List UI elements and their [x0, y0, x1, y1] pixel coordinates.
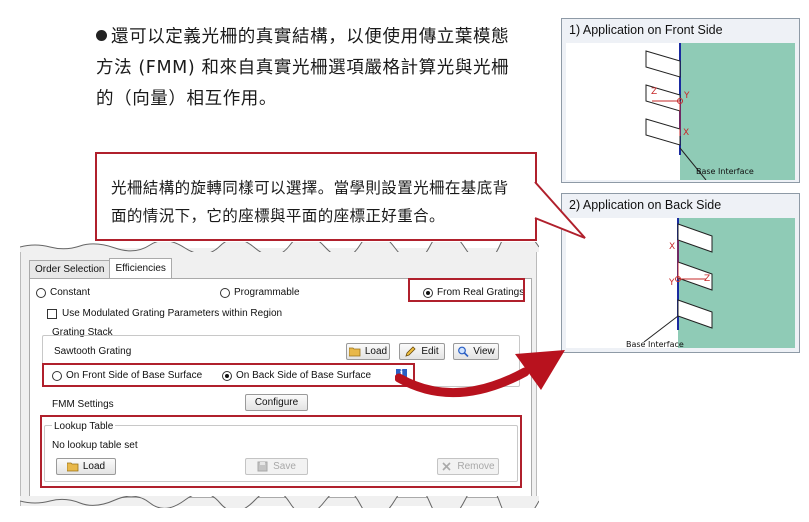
remove-x-icon	[442, 462, 451, 471]
checkbox-use-modulated-box[interactable]	[47, 308, 57, 319]
checkbox-use-modulated[interactable]: Use Modulated Grating Parameters within …	[47, 308, 282, 319]
no-lookup-table-text: No lookup table set	[52, 440, 138, 451]
back-base-interface-label: Base Interface	[626, 340, 684, 349]
lookup-save-button[interactable]: Save	[245, 458, 308, 475]
lookup-load-label: Load	[82, 461, 106, 472]
configure-label: Configure	[254, 397, 299, 408]
bullet-paragraph: 還可以定義光柵的真實結構，以便使用傳立葉模態方法 (FMM) 和來自真實光柵選項…	[96, 22, 516, 115]
back-side-title: 2) Application on Back Side	[569, 198, 722, 212]
grating-load-label: Load	[364, 346, 388, 357]
bullet-text: 還可以定義光柵的真實結構，以便使用傳立葉模態方法 (FMM) 和來自真實光柵選項…	[96, 27, 510, 109]
configure-button[interactable]: Configure	[245, 394, 308, 411]
front-side-diagram	[645, 43, 795, 181]
bullet-dot-icon	[96, 30, 107, 41]
back-side-illustration: X Y Z	[566, 218, 795, 348]
radio-back-side-label: On Back Side of Base Surface	[236, 370, 372, 381]
back-axis-x-label: X	[669, 242, 676, 252]
tab-bar: Order Selection Efficiencies	[29, 258, 172, 278]
radio-front-side[interactable]: On Front Side of Base Surface	[52, 370, 202, 381]
radio-back-side[interactable]: On Back Side of Base Surface	[222, 370, 371, 381]
tab-order-selection[interactable]: Order Selection	[29, 260, 111, 278]
back-axis-y-label: Y	[669, 278, 675, 288]
radio-constant-circle[interactable]	[36, 287, 46, 298]
lookup-save-label: Save	[273, 461, 296, 472]
front-base-interface-label: Base Interface	[696, 167, 754, 176]
tab-efficiencies[interactable]: Efficiencies	[109, 258, 172, 278]
radio-constant[interactable]: Constant	[36, 287, 90, 298]
torn-edge-bottom	[20, 496, 539, 508]
highlight-real-gratings	[408, 278, 525, 302]
front-side-panel: 1) Application on Front Side Z Y X Base …	[561, 18, 800, 183]
front-axis-y-label: Y	[684, 91, 690, 101]
back-side-diagram	[643, 218, 795, 348]
callout-box: 光柵結構的旋轉同樣可以選擇。當學則設置光柵在基底背面的情況下，它的座標與平面的座…	[95, 152, 537, 241]
radio-back-side-circle[interactable]	[222, 370, 232, 381]
front-side-title: 1) Application on Front Side	[569, 23, 723, 37]
folder-icon	[66, 462, 79, 472]
radio-front-side-circle[interactable]	[52, 370, 62, 381]
lookup-remove-label: Remove	[457, 461, 495, 472]
back-side-panel: 2) Application on Back Side X Y Z Base I…	[561, 193, 800, 353]
red-arrow-icon	[395, 350, 565, 398]
folder-icon	[348, 347, 361, 357]
radio-front-side-label: On Front Side of Base Surface	[66, 370, 203, 381]
radio-programmable-label: Programmable	[234, 287, 300, 298]
lookup-table-label: Lookup Table	[52, 421, 116, 432]
checkbox-use-modulated-label: Use Modulated Grating Parameters within …	[62, 308, 283, 319]
back-axis-z-label: Z	[704, 274, 711, 284]
front-axis-x-label: X	[683, 128, 690, 138]
radio-constant-label: Constant	[50, 287, 91, 298]
lookup-load-button[interactable]: Load	[56, 458, 116, 475]
lookup-remove-button[interactable]: Remove	[437, 458, 499, 475]
front-side-illustration: Z Y X	[566, 43, 795, 181]
fmm-settings-label: FMM Settings	[52, 399, 114, 410]
sawtooth-grating-label: Sawtooth Grating	[54, 346, 132, 357]
radio-programmable[interactable]: Programmable	[220, 287, 300, 298]
grating-load-button[interactable]: Load	[346, 343, 390, 360]
callout-pointer-icon	[534, 181, 586, 239]
floppy-disk-icon	[257, 461, 268, 472]
callout-text: 光柵結構的旋轉同樣可以選擇。當學則設置光柵在基底背面的情況下，它的座標與平面的座…	[111, 179, 509, 225]
radio-programmable-circle[interactable]	[220, 287, 230, 298]
torn-edge-top	[20, 242, 539, 252]
front-axis-z-label: Z	[651, 87, 658, 97]
